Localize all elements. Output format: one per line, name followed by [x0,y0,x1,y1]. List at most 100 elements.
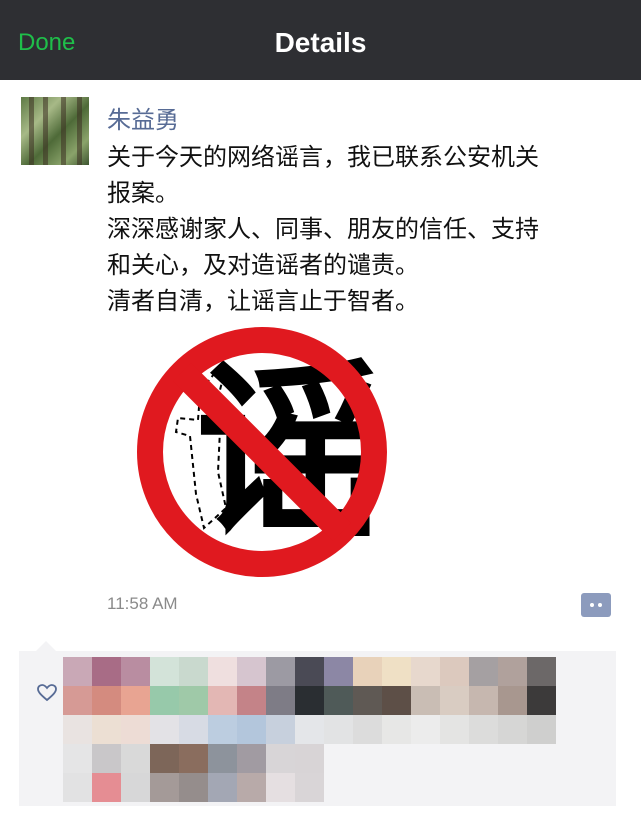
liker-avatar[interactable] [266,657,295,686]
liker-avatar[interactable] [295,715,324,744]
liker-avatar[interactable] [353,657,382,686]
heart-outline-icon [37,684,57,702]
liker-avatar[interactable] [469,657,498,686]
liker-avatar[interactable] [237,773,266,802]
liker-avatar[interactable] [237,715,266,744]
liker-avatar[interactable] [92,657,121,686]
liker-avatar[interactable] [498,715,527,744]
empty-slot [498,744,527,773]
author-name[interactable]: 朱益勇 [107,100,179,135]
liker-avatar[interactable] [469,715,498,744]
liker-avatar[interactable] [92,715,121,744]
liker-avatar[interactable] [208,686,237,715]
empty-slot [469,773,498,802]
empty-slot [440,773,469,802]
liker-avatar[interactable] [92,744,121,773]
liker-avatar[interactable] [498,657,527,686]
empty-slot [527,744,556,773]
post-image[interactable]: 谣 [130,322,395,582]
empty-slot [411,773,440,802]
empty-slot [469,744,498,773]
liker-avatar[interactable] [382,686,411,715]
liker-avatar[interactable] [179,744,208,773]
post-text-line: 报案。 [107,179,179,207]
liker-avatar[interactable] [150,744,179,773]
liker-avatar[interactable] [208,715,237,744]
empty-slot [353,773,382,802]
liker-avatar[interactable] [440,657,469,686]
navigation-bar: Done Details [0,0,641,80]
liker-avatar[interactable] [92,686,121,715]
empty-slot [382,773,411,802]
liker-avatar[interactable] [411,715,440,744]
liker-avatar[interactable] [63,773,92,802]
liker-avatar[interactable] [353,715,382,744]
liker-avatar[interactable] [237,744,266,773]
comment-icon-dot [598,603,602,607]
avatar-detail [43,97,48,165]
liker-avatar[interactable] [469,686,498,715]
liker-avatar[interactable] [179,657,208,686]
liker-avatar[interactable] [324,686,353,715]
liker-avatar[interactable] [150,715,179,744]
liker-avatar[interactable] [498,686,527,715]
liker-avatar[interactable] [527,657,556,686]
post-text-line: 深深感谢家人、同事、朋友的信任、支持 [107,215,539,243]
liker-avatar[interactable] [63,686,92,715]
empty-slot [527,773,556,802]
liker-avatar[interactable] [295,686,324,715]
post-text-line: 关于今天的网络谣言，我已联系公安机关 [107,143,539,171]
liker-avatar[interactable] [150,657,179,686]
liker-avatar[interactable] [266,744,295,773]
liker-avatar[interactable] [63,715,92,744]
avatar-detail [61,97,66,165]
liker-avatar[interactable] [440,715,469,744]
liker-avatar[interactable] [121,657,150,686]
liker-avatar[interactable] [179,773,208,802]
liker-avatar[interactable] [179,686,208,715]
no-rumor-sign-icon: 谣 [137,327,387,577]
liker-avatar[interactable] [527,715,556,744]
liker-avatar[interactable] [324,657,353,686]
liker-avatar[interactable] [295,773,324,802]
avatar-detail [29,97,34,165]
liker-avatar[interactable] [295,744,324,773]
likes-panel-arrow [36,641,56,651]
liker-avatar[interactable] [208,744,237,773]
empty-slot [324,744,353,773]
empty-slot [324,773,353,802]
liker-avatar[interactable] [92,773,121,802]
author-avatar[interactable] [21,97,89,165]
liker-avatar[interactable] [237,657,266,686]
comment-button[interactable] [581,593,611,617]
liker-avatar[interactable] [63,744,92,773]
liker-avatar[interactable] [324,715,353,744]
empty-slot [440,744,469,773]
liker-avatar[interactable] [382,657,411,686]
empty-slot [498,773,527,802]
liker-avatar[interactable] [121,715,150,744]
liker-avatar[interactable] [440,686,469,715]
liker-avatar[interactable] [179,715,208,744]
empty-slot [353,744,382,773]
liker-avatar[interactable] [411,657,440,686]
comment-icon-dot [590,603,594,607]
liker-avatar[interactable] [121,744,150,773]
liker-avatar[interactable] [353,686,382,715]
liker-avatar[interactable] [237,686,266,715]
liker-avatar[interactable] [411,686,440,715]
liker-avatar[interactable] [266,773,295,802]
liker-avatar[interactable] [150,686,179,715]
liker-avatar[interactable] [121,686,150,715]
liker-avatar[interactable] [150,773,179,802]
liker-avatar[interactable] [121,773,150,802]
liker-avatar[interactable] [266,686,295,715]
liker-avatar[interactable] [266,715,295,744]
post-text: 关于今天的网络谣言，我已联系公安机关 报案。 深深感谢家人、同事、朋友的信任、支… [107,139,627,319]
liker-avatar[interactable] [382,715,411,744]
liker-avatar[interactable] [295,657,324,686]
liker-avatar[interactable] [527,686,556,715]
liker-avatar[interactable] [208,657,237,686]
liker-avatar[interactable] [63,657,92,686]
liker-avatar[interactable] [208,773,237,802]
